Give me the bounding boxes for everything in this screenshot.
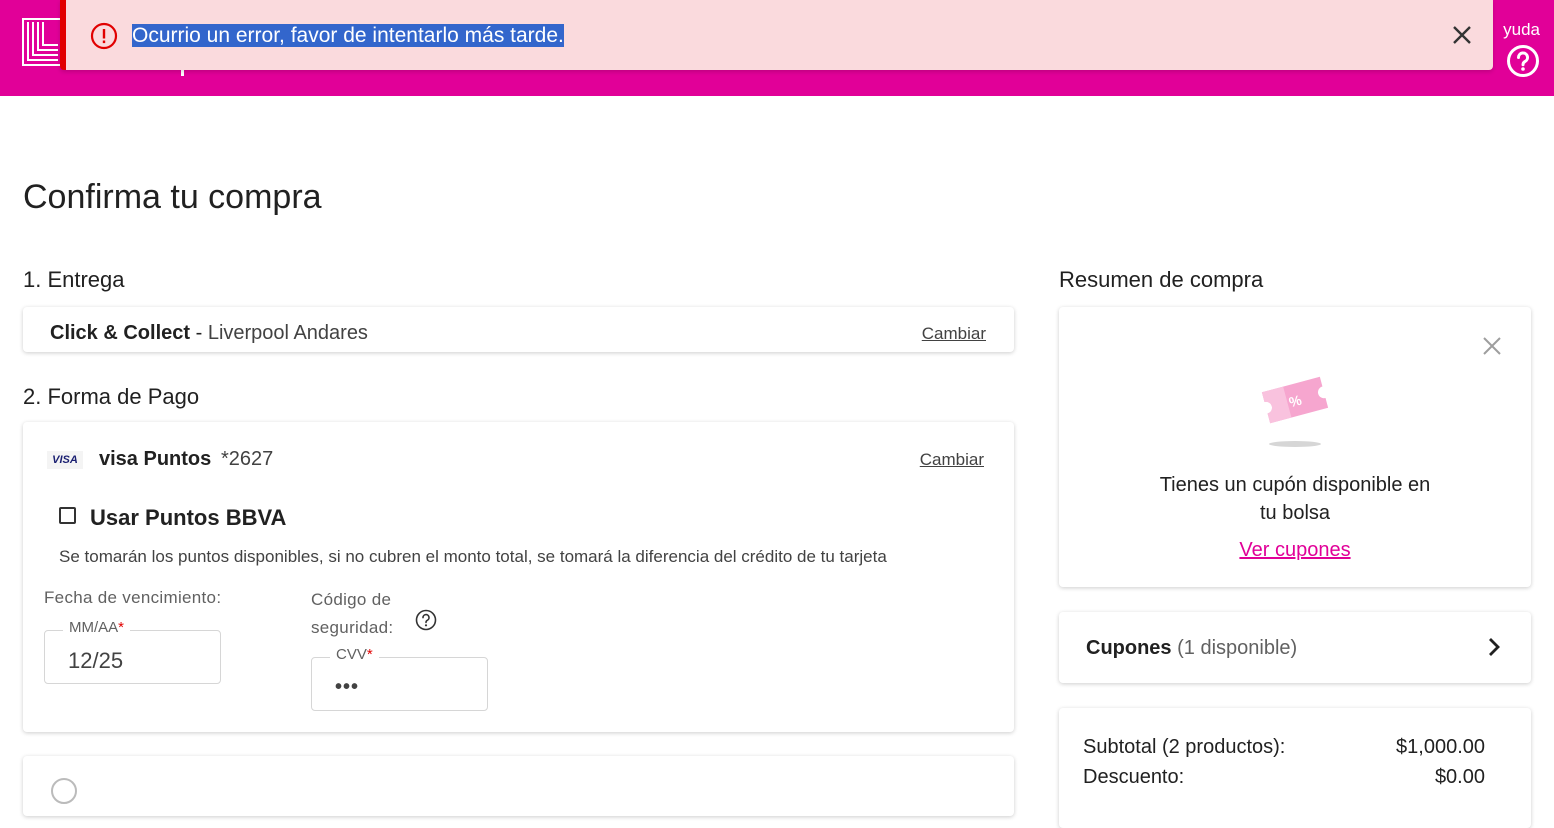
cvv-label: Código de seguridad: (311, 590, 394, 637)
expiry-value: 12/25 (68, 648, 124, 673)
chevron-right-icon[interactable] (1487, 636, 1501, 658)
delivery-card: Click & Collect - Liverpool Andares Camb… (23, 307, 1014, 352)
coupon-promo-card: % Tienes un cupón disponible en tu bolsa… (1059, 307, 1531, 587)
payment-section-title: 2. Forma de Pago (23, 384, 200, 409)
cvv-legend: CVV* (330, 646, 379, 663)
card-number: *2627 (221, 448, 274, 470)
help-question-icon[interactable] (1506, 44, 1540, 78)
subtotal-row: Subtotal (2 productos): $1,000.00 (1083, 736, 1485, 759)
change-payment-link[interactable]: Cambiar (920, 450, 984, 470)
payment-card: VISA visa Puntos *2627 Cambiar Usar Punt… (23, 422, 1014, 732)
delivery-store: Liverpool Andares (207, 322, 368, 344)
liverpool-logo-icon[interactable] (22, 18, 62, 66)
close-promo-icon[interactable] (1481, 335, 1503, 357)
discount-row: Descuento: $0.00 (1083, 766, 1485, 789)
coupon-ticket-icon: % (1261, 376, 1329, 447)
cvv-field[interactable]: CVV* ••• (311, 646, 488, 711)
discount-value: $0.00 (1434, 766, 1485, 788)
view-coupons-link[interactable]: Ver cupones (1059, 539, 1531, 562)
coupons-label: Cupones (1 disponible) (1086, 637, 1298, 659)
page-title: Confirma tu compra (23, 178, 322, 216)
use-points-label[interactable]: Usar Puntos BBVA (90, 505, 286, 531)
expiry-field[interactable]: MM/AA* 12/25 (44, 619, 221, 684)
help-label: yuda (1503, 20, 1540, 39)
payment-option-card[interactable] (23, 756, 1014, 816)
summary-section-title: Resumen de compra (1059, 267, 1264, 292)
coupons-row[interactable]: Cupones (1 disponible) (1059, 612, 1531, 683)
close-icon[interactable] (1451, 24, 1473, 46)
delivery-section-title: 1. Entrega (23, 267, 125, 292)
totals-card: Subtotal (2 productos): $1,000.00 Descue… (1059, 708, 1531, 828)
change-delivery-link[interactable]: Cambiar (922, 324, 986, 344)
cvv-value: ••• (335, 676, 360, 698)
expiry-label: Fecha de vencimiento: (44, 588, 222, 607)
error-icon (90, 22, 118, 50)
points-note: Se tomarán los puntos disponibles, si no… (59, 547, 887, 566)
error-toast: Ocurrio un error, favor de intentarlo má… (60, 0, 1493, 70)
delivery-method: Click & Collect - Liverpool Andares (50, 322, 368, 344)
subtotal-value: $1,000.00 (1396, 736, 1485, 758)
cvv-help-icon[interactable] (415, 609, 437, 631)
use-points-checkbox[interactable] (59, 507, 76, 524)
error-message: Ocurrio un error, favor de intentarlo má… (132, 24, 564, 47)
promo-text: Tienes un cupón disponible en tu bolsa (1159, 474, 1431, 524)
card-name: visa Puntos (99, 448, 212, 470)
help-button[interactable]: yuda (1503, 20, 1540, 83)
expiry-legend: MM/AA* (63, 619, 131, 636)
visa-logo-icon: VISA (47, 451, 83, 469)
coupons-count: (1 disponible) (1177, 637, 1298, 659)
subtotal-label: Subtotal (2 productos): (1083, 736, 1286, 758)
payment-option-radio[interactable] (51, 778, 77, 804)
